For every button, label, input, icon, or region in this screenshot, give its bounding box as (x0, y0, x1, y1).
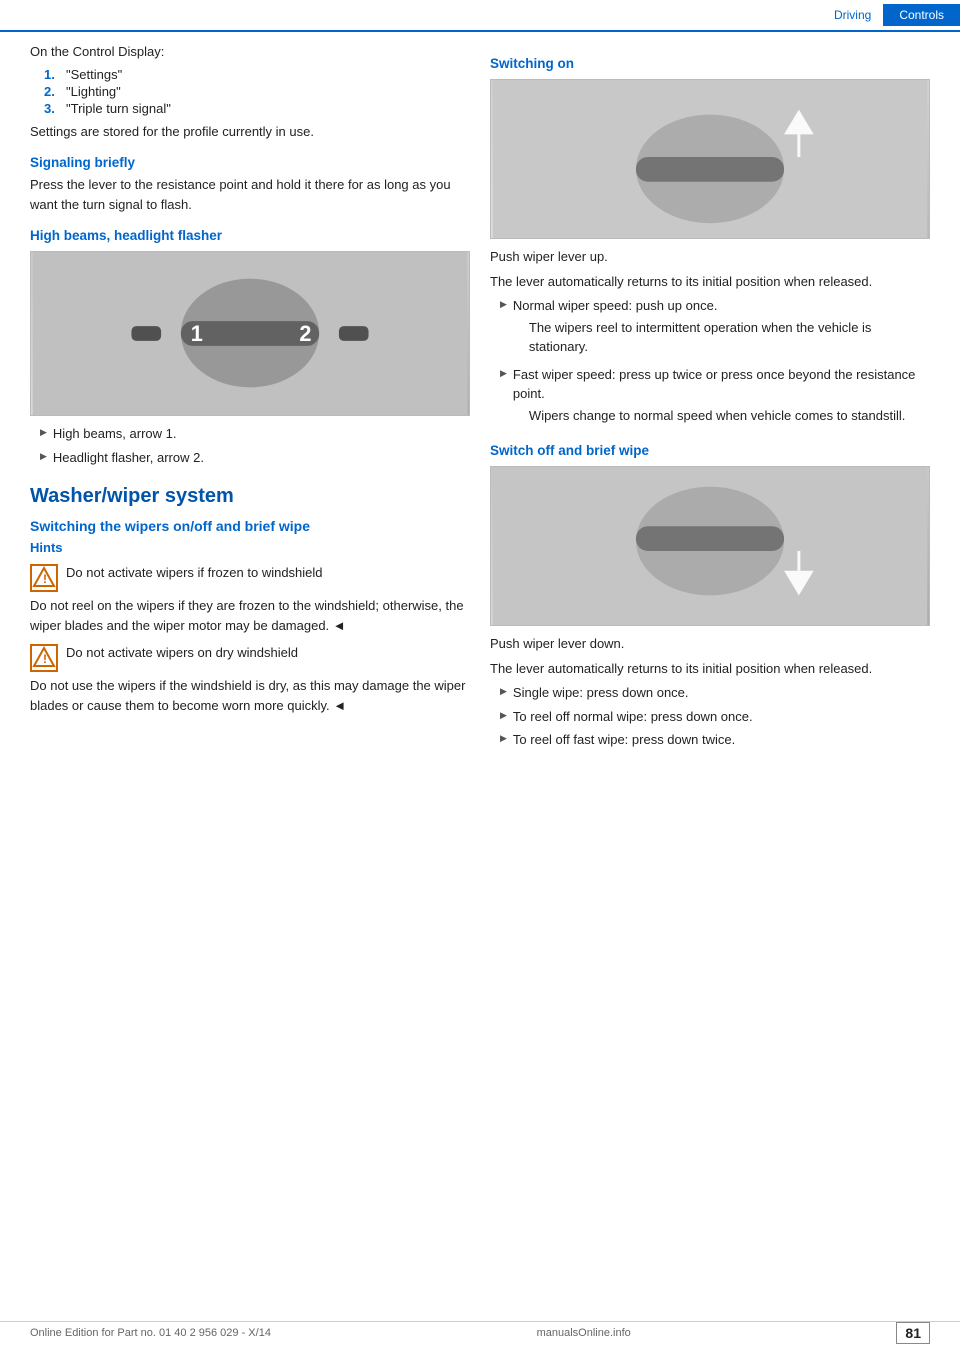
footer-logo: manualsOnline.info (537, 1327, 631, 1339)
push-up-text: Push wiper lever up. (490, 247, 930, 267)
warning-text-1: Do not activate wipers if frozen to wind… (66, 563, 470, 583)
switch-off-image (490, 466, 930, 626)
warning-box-1: ! Do not activate wipers if frozen to wi… (30, 563, 470, 592)
list-num: 2. (44, 84, 60, 99)
washer-wiper-heading: Washer/wiper system (30, 485, 470, 508)
normal-speed-title: Normal wiper speed: push up once. (513, 298, 718, 313)
normal-wipe-text: To reel off normal wipe: press down once… (513, 707, 930, 727)
bullet-text: Headlight flasher, arrow 2. (53, 448, 470, 468)
settings-note: Settings are stored for the profile curr… (30, 122, 470, 142)
push-down-text: Push wiper lever down. (490, 634, 930, 654)
list-item: 1. "Settings" (44, 67, 470, 82)
normal-speed-bullet: ▶ Normal wiper speed: push up once. The … (500, 296, 930, 361)
warning-box-2: ! Do not activate wipers on dry windshie… (30, 643, 470, 672)
fast-speed-sub: Wipers change to normal speed when vehic… (529, 406, 930, 426)
high-beams-heading: High beams, headlight flasher (30, 228, 470, 243)
auto-return-text: The lever automatically returns to its i… (490, 272, 930, 292)
end-marker2: ◄ (333, 698, 346, 713)
switching-wipers-heading: Switching the wipers on/off and brief wi… (30, 518, 470, 534)
switching-on-heading: Switching on (490, 56, 930, 71)
signaling-briefly-text: Press the lever to the resistance point … (30, 175, 470, 214)
svg-text:1: 1 (191, 321, 203, 346)
right-column: Switching on Push wiper lever up. The le… (490, 42, 930, 754)
warning-icon-2: ! (30, 644, 58, 672)
high-beams-bullet2: ▶ Headlight flasher, arrow 2. (40, 448, 470, 468)
bullet-icon: ▶ (40, 427, 47, 438)
signaling-briefly-heading: Signaling briefly (30, 155, 470, 170)
page-content: On the Control Display: 1. "Settings" 2.… (0, 42, 960, 754)
bullet-icon: ▶ (500, 368, 507, 379)
list-text: "Settings" (66, 67, 122, 82)
end-marker: ◄ (333, 618, 346, 633)
svg-text:2: 2 (299, 321, 311, 346)
warning1-para: Do not reel on the wipers if they are fr… (30, 596, 470, 635)
bullet-icon: ▶ (40, 451, 47, 462)
hints-heading: Hints (30, 540, 470, 555)
list-text: "Triple turn signal" (66, 101, 171, 116)
footer-edition: Online Edition for Part no. 01 40 2 956 … (30, 1327, 271, 1339)
svg-text:!: ! (43, 572, 47, 586)
single-wipe-bullet: ▶ Single wipe: press down once. (500, 683, 930, 703)
intro-text: On the Control Display: (30, 42, 470, 62)
high-beams-image: 1 2 1 2 (30, 251, 470, 416)
warning-icon-1: ! (30, 564, 58, 592)
list-item: 2. "Lighting" (44, 84, 470, 99)
high-beams-bullet1: ▶ High beams, arrow 1. (40, 424, 470, 444)
switch-off-heading: Switch off and brief wipe (490, 443, 930, 458)
header-driving: Driving (822, 4, 883, 26)
normal-wipe-bullet: ▶ To reel off normal wipe: press down on… (500, 707, 930, 727)
list-num: 3. (44, 101, 60, 116)
fast-wipe-text: To reel off fast wipe: press down twice. (513, 730, 930, 750)
list-item: 3. "Triple turn signal" (44, 101, 470, 116)
bullet-icon: ▶ (500, 299, 507, 310)
bullet-icon: ▶ (500, 710, 507, 721)
normal-speed-sub: The wipers reel to intermittent operatio… (529, 318, 930, 357)
svg-text:!: ! (43, 652, 47, 666)
bullet-text: High beams, arrow 1. (53, 424, 470, 444)
page-footer: Online Edition for Part no. 01 40 2 956 … (0, 1321, 960, 1344)
footer-page-number: 81 (896, 1322, 930, 1344)
switching-on-image (490, 79, 930, 239)
list-num: 1. (44, 67, 60, 82)
numbered-list: 1. "Settings" 2. "Lighting" 3. "Triple t… (44, 67, 470, 116)
list-text: "Lighting" (66, 84, 121, 99)
warning2-para: Do not use the wipers if the windshield … (30, 676, 470, 715)
single-wipe-text: Single wipe: press down once. (513, 683, 930, 703)
auto-return-down-text: The lever automatically returns to its i… (490, 659, 930, 679)
fast-wipe-bullet: ▶ To reel off fast wipe: press down twic… (500, 730, 930, 750)
bullet-icon: ▶ (500, 733, 507, 744)
left-column: On the Control Display: 1. "Settings" 2.… (30, 42, 470, 754)
bullet-icon: ▶ (500, 686, 507, 697)
page-header: Driving Controls (0, 0, 960, 32)
warning-text-2: Do not activate wipers on dry windshield (66, 643, 470, 663)
fast-speed-bullet: ▶ Fast wiper speed: press up twice or pr… (500, 365, 930, 430)
fast-speed-title: Fast wiper speed: press up twice or pres… (513, 367, 916, 402)
header-controls: Controls (883, 4, 960, 26)
